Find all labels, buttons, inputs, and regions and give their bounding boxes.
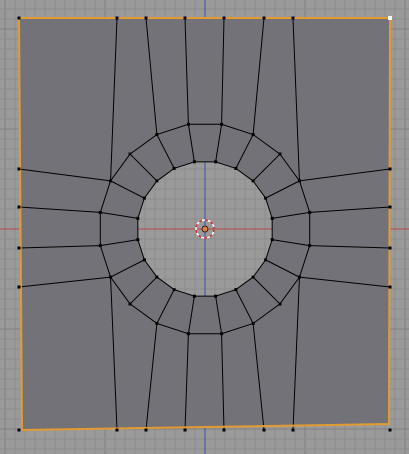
mesh-vertex[interactable] bbox=[17, 246, 21, 250]
mesh-vertex[interactable] bbox=[214, 294, 218, 298]
mesh-vertex[interactable] bbox=[17, 16, 21, 20]
mesh-vertex[interactable] bbox=[109, 275, 113, 279]
mesh-vertex[interactable] bbox=[270, 238, 274, 242]
mesh-vertex[interactable] bbox=[388, 205, 392, 209]
mesh-vertex[interactable] bbox=[17, 428, 21, 432]
selected-vertex[interactable] bbox=[388, 16, 392, 20]
mesh-vertex[interactable] bbox=[262, 16, 266, 20]
object-origin-icon[interactable] bbox=[201, 225, 209, 233]
mesh-vertex[interactable] bbox=[186, 122, 190, 126]
mesh-vertex[interactable] bbox=[183, 428, 187, 432]
mesh-vertex[interactable] bbox=[109, 179, 113, 183]
mesh-vertex[interactable] bbox=[297, 179, 301, 183]
mesh-vertex[interactable] bbox=[98, 210, 102, 214]
mesh-vertex[interactable] bbox=[388, 285, 392, 289]
mesh-vertex[interactable] bbox=[17, 205, 21, 209]
mesh-vertex[interactable] bbox=[222, 16, 226, 20]
mesh-vertex[interactable] bbox=[264, 196, 268, 200]
mesh-vertex[interactable] bbox=[186, 332, 190, 336]
mesh-vertex[interactable] bbox=[222, 428, 226, 432]
mesh-vertex[interactable] bbox=[155, 321, 159, 325]
mesh-vertex[interactable] bbox=[234, 288, 238, 292]
mesh-vertex[interactable] bbox=[183, 16, 187, 20]
mesh-vertex[interactable] bbox=[251, 275, 255, 279]
mesh-vertex[interactable] bbox=[172, 166, 176, 170]
mesh-vertex[interactable] bbox=[251, 321, 255, 325]
mesh-vertex[interactable] bbox=[155, 133, 159, 137]
mesh-vertex[interactable] bbox=[388, 428, 392, 432]
mesh-vertex[interactable] bbox=[142, 258, 146, 262]
mesh-vertex[interactable] bbox=[388, 167, 392, 171]
mesh-vertex[interactable] bbox=[192, 160, 196, 164]
mesh-vertex[interactable] bbox=[234, 166, 238, 170]
mesh-vertex[interactable] bbox=[136, 216, 140, 220]
mesh-vertex[interactable] bbox=[264, 258, 268, 262]
mesh-vertex[interactable] bbox=[251, 179, 255, 183]
mesh-vertex[interactable] bbox=[297, 275, 301, 279]
mesh-vertex[interactable] bbox=[155, 179, 159, 183]
mesh-vertex[interactable] bbox=[155, 275, 159, 279]
mesh-vertex[interactable] bbox=[270, 216, 274, 220]
mesh-vertex[interactable] bbox=[128, 152, 132, 156]
mesh-vertex[interactable] bbox=[144, 428, 148, 432]
mesh-vertex[interactable] bbox=[291, 16, 295, 20]
mesh-vertex[interactable] bbox=[220, 332, 224, 336]
mesh-vertex[interactable] bbox=[144, 16, 148, 20]
mesh-vertex[interactable] bbox=[128, 302, 132, 306]
mesh-vertex[interactable] bbox=[192, 294, 196, 298]
mesh-vertex[interactable] bbox=[98, 244, 102, 248]
mesh-vertex[interactable] bbox=[17, 167, 21, 171]
mesh-vertex[interactable] bbox=[308, 244, 312, 248]
mesh-vertex[interactable] bbox=[291, 428, 295, 432]
mesh-vertex[interactable] bbox=[136, 238, 140, 242]
mesh-vertex[interactable] bbox=[388, 246, 392, 250]
mesh-vertex[interactable] bbox=[115, 428, 119, 432]
mesh-vertex[interactable] bbox=[251, 133, 255, 137]
mesh-vertex[interactable] bbox=[17, 285, 21, 289]
mesh-vertex[interactable] bbox=[142, 196, 146, 200]
mesh-vertex[interactable] bbox=[214, 160, 218, 164]
mesh-vertex[interactable] bbox=[220, 122, 224, 126]
mesh-vertex[interactable] bbox=[115, 16, 119, 20]
3d-viewport[interactable] bbox=[0, 0, 409, 454]
mesh-vertex[interactable] bbox=[262, 428, 266, 432]
mesh-vertex[interactable] bbox=[278, 302, 282, 306]
mesh-vertex[interactable] bbox=[172, 288, 176, 292]
mesh-vertex[interactable] bbox=[278, 152, 282, 156]
mesh-vertex[interactable] bbox=[308, 210, 312, 214]
